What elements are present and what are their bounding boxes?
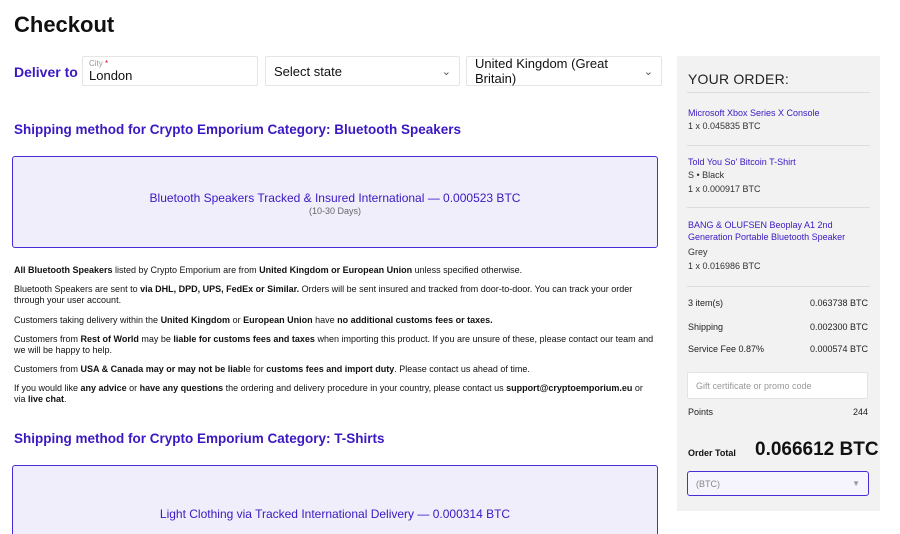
order-item-variant: S • Black [688,170,725,180]
shipping-option-title: Light Clothing via Tracked International… [159,507,511,521]
country-select[interactable]: United Kingdom (Great Britain) ⌄ [466,56,662,86]
order-item-name[interactable]: Microsoft Xbox Series X Console [688,107,873,119]
info-paragraph: Customers from Rest of World may be liab… [14,334,654,355]
order-total-value: 0.066612 BTC [755,439,879,460]
order-item-qty: 1 x 0.045835 BTC [688,121,761,131]
info-paragraph: All Bluetooth Speakers listed by Crypto … [14,265,523,275]
info-paragraph: Customers from USA & Canada may or may n… [14,364,530,374]
support-email: support@cryptoemporium.eu [506,383,633,393]
shipping-heading-speakers: Shipping method for Crypto Emporium Cate… [14,122,462,137]
points-row: Points 244 [688,407,868,417]
shipping-option-tshirts[interactable]: Light Clothing via Tracked International… [12,465,658,534]
shipping-option-title: Bluetooth Speakers Tracked & Insured Int… [149,191,521,205]
live-chat-link: live chat [28,394,65,404]
state-select[interactable]: Select state ⌄ [265,56,460,86]
country-select-value: United Kingdom (Great Britain) [475,56,608,86]
order-title: YOUR ORDER: [688,71,789,87]
currency-select[interactable]: (BTC) ▼ [687,471,869,496]
city-field[interactable]: City * London [82,56,258,86]
promo-code-input[interactable] [687,372,868,399]
summary-fee-row: Service Fee 0.87% 0.000574 BTC [688,344,868,354]
order-item-name[interactable]: BANG & OLUFSEN Beoplay A1 2nd Generation… [688,219,873,243]
order-item-qty: 1 x 0.016986 BTC [688,261,761,271]
info-paragraph: Bluetooth Speakers are sent to via DHL, … [14,284,633,305]
caret-down-icon: ▼ [852,479,860,488]
order-summary-panel: YOUR ORDER: Microsoft Xbox Series X Cons… [677,56,880,511]
city-input[interactable]: London [89,69,251,83]
info-paragraph: If you would like any advice or have any… [14,383,643,404]
state-select-value: Select state [274,63,342,79]
order-item-name[interactable]: Told You So' Bitcoin T-Shirt [688,156,873,168]
shipping-option-duration: (10-30 Days) [308,206,362,216]
deliver-to-label: Deliver to [14,64,78,80]
order-item-qty: 1 x 0.000917 BTC [688,184,761,194]
shipping-heading-tshirts: Shipping method for Crypto Emporium Cate… [14,431,385,446]
page-title: Checkout [14,12,115,37]
divider [687,207,870,208]
divider [687,92,870,93]
divider [687,286,870,287]
chevron-down-icon: ⌄ [643,65,653,78]
divider [687,145,870,146]
summary-shipping-row: Shipping 0.002300 BTC [688,322,868,332]
chevron-down-icon: ⌄ [441,65,451,78]
shipping-option-speakers[interactable]: Bluetooth Speakers Tracked & Insured Int… [12,156,658,248]
required-marker: * [105,59,109,68]
info-paragraph: Customers taking delivery within the Uni… [14,315,493,325]
order-item-variant: Grey [688,247,708,257]
order-total-label: Order Total [688,448,736,458]
summary-items-row: 3 item(s) 0.063738 BTC [688,298,868,308]
currency-select-value: (BTC) [696,478,720,489]
